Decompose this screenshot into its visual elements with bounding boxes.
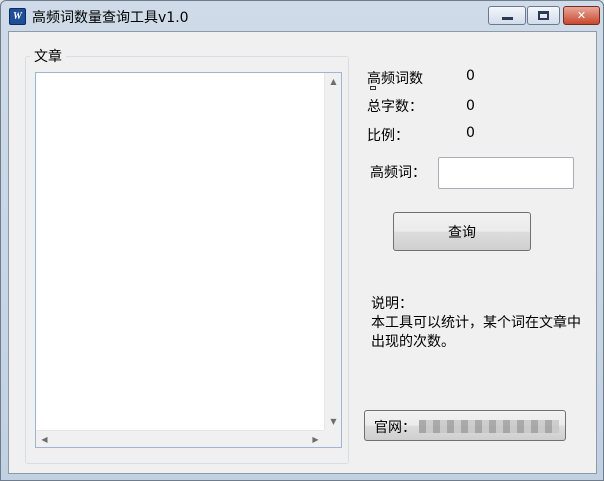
close-button[interactable]: ✕ [563,6,600,25]
query-button-label: 查询 [448,224,476,241]
article-group-label: 文章 [30,46,66,66]
scroll-down-icon[interactable]: ▼ [325,413,342,430]
app-icon[interactable]: W [9,8,26,25]
total-chars-value: 0 [466,98,475,114]
ratio-label: 比例： [367,128,409,144]
minimize-icon [501,17,513,20]
article-textarea[interactable]: ▲ ▼ ◀ ▶ [35,72,342,448]
client-area: 文章 ▲ ▼ ◀ ▶ 高频词数 0 总字数： 0 比例： 0 高频词： 查询 说… [8,31,597,474]
scrollbar-corner [324,430,341,447]
description: 说明： 本工具可以统计，某个词在文章中出现的次数。 [371,295,591,352]
high-freq-word-label: 高频词： [370,165,426,181]
cursor-marker [370,86,376,90]
vertical-scrollbar[interactable]: ▲ ▼ [324,73,341,430]
app-window: W 高频词数量查询工具v1.0 ✕ 文章 ▲ ▼ ◀ ▶ 高频词数 0 总字数：… [0,0,604,481]
horizontal-scrollbar[interactable]: ◀ ▶ [36,430,324,447]
total-chars-label: 总字数： [367,99,423,115]
scroll-up-icon[interactable]: ▲ [325,73,342,90]
high-freq-count-value: 0 [466,68,475,84]
high-freq-word-input[interactable] [438,157,574,189]
maximize-button[interactable] [527,6,560,25]
website-url-redacted [419,420,559,433]
maximize-icon [538,11,549,20]
ratio-value: 0 [466,125,475,141]
scroll-right-icon[interactable]: ▶ [307,431,324,448]
high-freq-count-label: 高频词数 [367,71,423,87]
scroll-left-icon[interactable]: ◀ [36,431,53,448]
window-title: 高频词数量查询工具v1.0 [32,10,189,26]
website-label: 官网： [374,420,416,436]
minimize-button[interactable] [488,6,526,25]
query-button[interactable]: 查询 [393,212,531,251]
description-body: 本工具可以统计，某个词在文章中出现的次数。 [371,315,581,350]
website-button[interactable]: 官网： [364,410,566,441]
close-icon: ✕ [576,9,587,22]
description-title: 说明： [371,296,413,312]
title-bar[interactable]: W 高频词数量查询工具v1.0 ✕ [1,1,603,31]
